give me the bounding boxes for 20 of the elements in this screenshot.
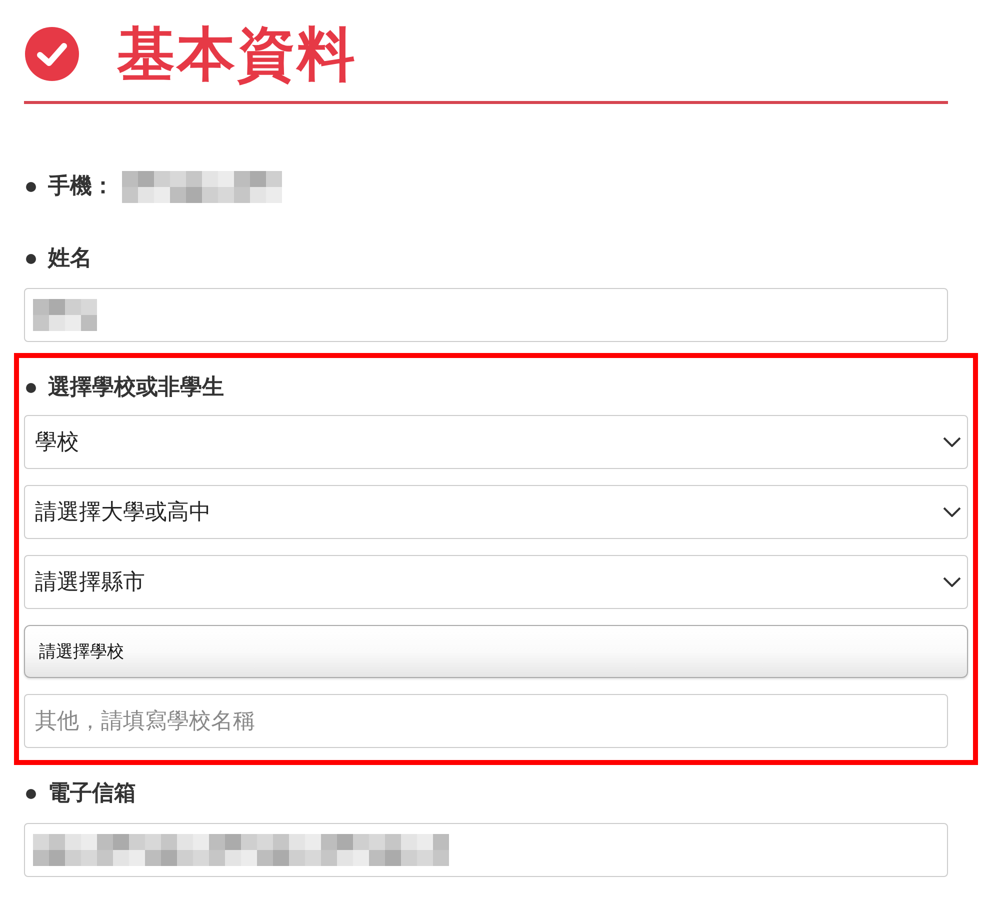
chevron-down-icon <box>943 437 961 447</box>
section-title: 基本資料 <box>117 22 357 86</box>
choose-school-button[interactable]: 請選擇學校 <box>24 625 968 678</box>
field-label: 選擇學校或非學生 <box>48 374 224 402</box>
dropdown[interactable]: 學校 <box>24 415 968 469</box>
bullet-icon <box>26 789 36 799</box>
chevron-down-icon <box>943 507 961 517</box>
checkmark-icon <box>25 27 79 81</box>
text-field[interactable] <box>24 288 948 342</box>
field-label: 姓名 <box>48 245 92 273</box>
field-label: 手機： <box>48 173 114 201</box>
text-field[interactable] <box>24 823 948 877</box>
school-name-field[interactable]: 其他，請填寫學校名稱 <box>24 694 948 748</box>
dropdown[interactable]: 請選擇縣市 <box>24 555 968 609</box>
bullet-icon <box>26 383 36 393</box>
chevron-down-icon <box>943 577 961 587</box>
bullet-icon <box>26 182 36 192</box>
field-label: 電子信箱 <box>48 780 136 808</box>
dropdown[interactable]: 請選擇大學或高中 <box>24 485 968 539</box>
bullet-icon <box>26 254 36 264</box>
